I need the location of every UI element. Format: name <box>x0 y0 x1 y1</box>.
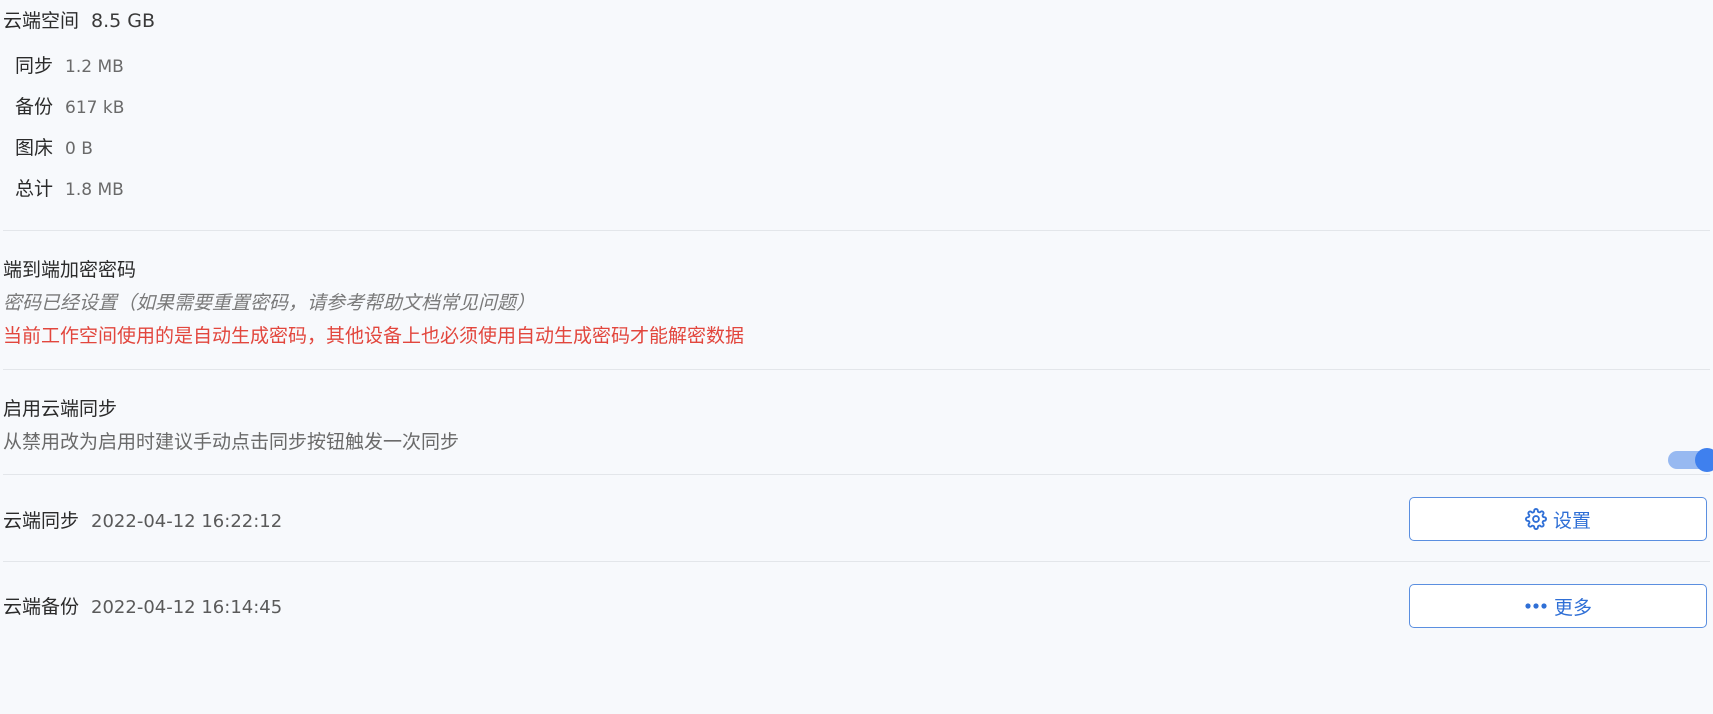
divider <box>3 230 1710 231</box>
storage-row-label: 总计 <box>15 178 54 200</box>
encryption-status: 密码已经设置（如果需要重置密码，请参考帮助文档常见问题） <box>3 292 536 314</box>
storage-row-image-host: 图床 0 B <box>15 133 93 160</box>
encryption-title: 端到端加密密码 <box>3 259 137 281</box>
storage-row-value: 0 B <box>65 139 93 159</box>
backup-more-button-label: 更多 <box>1553 596 1592 619</box>
divider <box>3 474 1710 475</box>
cloud-sync-toggle-title: 启用云端同步 <box>3 398 118 420</box>
storage-row-backup: 备份 617 kB <box>15 92 124 119</box>
cloud-sync-label: 云端同步 <box>3 510 80 532</box>
toggle-knob <box>1695 448 1713 472</box>
divider <box>3 369 1710 370</box>
cloud-sync-row: 云端同步 2022-04-12 16:22:12 <box>3 506 282 533</box>
more-dots-icon <box>1524 602 1548 610</box>
cloud-space-title: 云端空间 <box>3 10 80 32</box>
storage-row-label: 同步 <box>15 55 54 77</box>
divider <box>3 561 1710 562</box>
cloud-backup-label: 云端备份 <box>3 596 80 618</box>
cloud-sync-timestamp: 2022-04-12 16:22:12 <box>91 511 283 532</box>
storage-row-label: 备份 <box>15 96 54 118</box>
storage-row-value: 617 kB <box>65 98 125 118</box>
cloud-backup-timestamp: 2022-04-12 16:14:45 <box>91 597 283 618</box>
backup-more-button[interactable]: 更多 <box>1409 584 1707 628</box>
cloud-backup-row: 云端备份 2022-04-12 16:14:45 <box>3 592 282 619</box>
gear-icon <box>1525 508 1547 530</box>
storage-row-sync: 同步 1.2 MB <box>15 51 124 78</box>
cloud-space-capacity: 8.5 GB <box>91 10 156 32</box>
cloud-sync-toggle-switch[interactable] <box>1668 448 1713 472</box>
cloud-settings-panel: 云端空间 8.5 GB 同步 1.2 MB 备份 617 kB 图床 0 B 总计 1.8… <box>0 0 1713 714</box>
cloud-space-title-row: 云端空间 8.5 GB <box>3 6 155 33</box>
storage-row-total: 总计 1.8 MB <box>15 174 124 201</box>
cloud-sync-toggle-description: 从禁用改为启用时建议手动点击同步按钮触发一次同步 <box>3 431 460 453</box>
storage-row-value: 1.2 MB <box>65 57 124 77</box>
sync-settings-button-label: 设置 <box>1552 509 1591 532</box>
sync-settings-button[interactable]: 设置 <box>1409 497 1707 541</box>
encryption-warning: 当前工作空间使用的是自动生成密码，其他设备上也必须使用自动生成密码才能解密数据 <box>3 325 745 347</box>
storage-row-label: 图床 <box>15 137 54 159</box>
storage-row-value: 1.8 MB <box>65 180 124 200</box>
